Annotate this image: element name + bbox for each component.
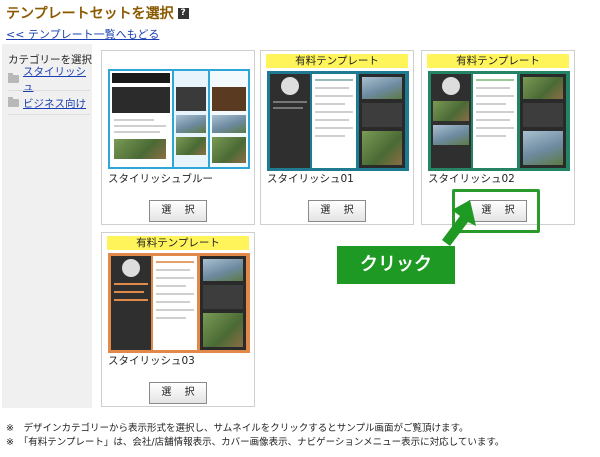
template-name: スタイリッシュブルー [108,173,213,185]
category-sidebar: カテゴリーを選択 スタイリッシュ ビジネス向け [2,44,92,408]
select-button[interactable]: 選 択 [149,200,207,222]
page-title: テンプレートセットを選択 ? [6,3,189,23]
arrow-icon [442,200,476,246]
template-card-stylish-01: 有料テンプレート スタイリッシュ01 選 択 [260,50,414,225]
paid-template-badge: 有料テンプレート [427,54,569,68]
paid-template-badge: 有料テンプレート [107,236,249,250]
template-name: スタイリッシュ02 [428,173,515,185]
sidebar-item-stylish[interactable]: スタイリッシュ [8,66,90,93]
template-card-stylish-blue: スタイリッシュブルー 選 択 [101,50,255,225]
sidebar-item-business[interactable]: ビジネス向け [8,94,90,112]
template-thumbnail[interactable] [108,69,250,169]
select-button[interactable]: 選 択 [308,200,366,222]
help-icon[interactable]: ? [177,7,189,19]
sidebar-divider [8,114,90,115]
click-callout-label: クリック [337,246,455,284]
sidebar-item-label: ビジネス向け [23,97,86,110]
page-title-text: テンプレートセットを選択 [6,6,174,22]
template-name: スタイリッシュ03 [108,355,195,367]
template-thumbnail[interactable] [428,71,570,171]
paid-template-badge: 有料テンプレート [266,54,408,68]
select-button[interactable]: 選 択 [149,382,207,404]
template-thumbnail[interactable] [108,253,250,353]
footnote: ※ 「有料テンプレート」は、会社/店舗情報表示、カバー画像表示、ナビゲーションメ… [6,437,505,448]
template-thumbnail[interactable] [267,71,409,171]
template-name: スタイリッシュ01 [267,173,354,185]
template-card-stylish-03: 有料テンプレート スタイリッシュ03 選 択 [101,232,255,407]
folder-icon [8,97,19,107]
back-to-template-list-link[interactable]: << テンプレート一覧へもどる [6,26,159,42]
sidebar-divider [8,90,90,91]
folder-icon [8,73,19,83]
footnote: ※ デザインカテゴリーから表示形式を選択し、サムネイルをクリックするとサンプル画… [6,423,469,434]
